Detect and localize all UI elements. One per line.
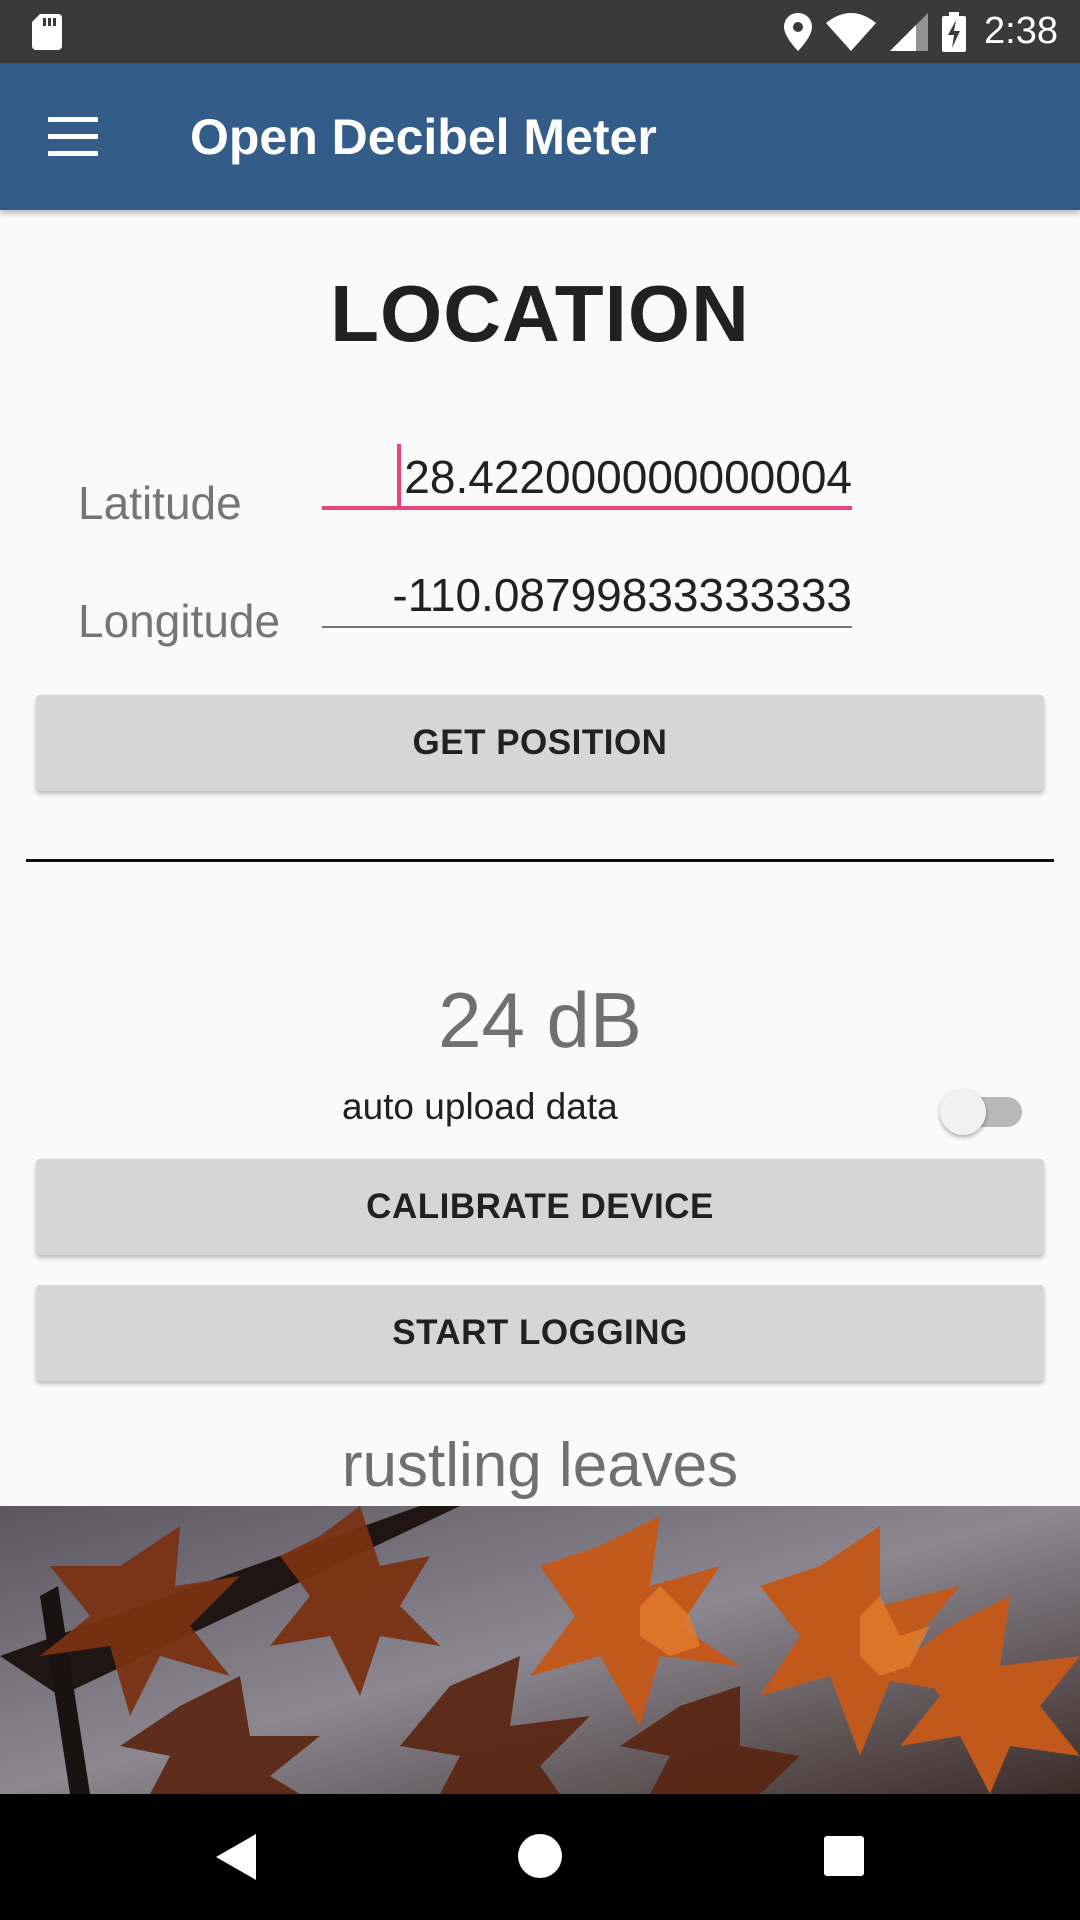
leaves-image: [0, 1506, 1080, 1794]
status-bar: 2:38: [0, 0, 1080, 63]
latitude-label: Latitude: [78, 477, 242, 529]
clock: 2:38: [984, 10, 1058, 52]
menu-icon[interactable]: [48, 117, 98, 157]
longitude-field[interactable]: -110.08799833333333: [322, 562, 852, 628]
status-icons: 2:38: [770, 0, 1058, 63]
screen: 2:38 Open Decibel Meter LOCATION Latitud…: [0, 0, 1080, 1920]
app-title: Open Decibel Meter: [190, 109, 657, 165]
calibrate-device-button[interactable]: CALIBRATE DEVICE: [36, 1159, 1044, 1255]
recents-icon[interactable]: [824, 1836, 864, 1876]
auto-upload-label: auto upload data: [342, 1086, 618, 1127]
longitude-label: Longitude: [78, 595, 281, 647]
longitude-value: -110.08799833333333: [392, 569, 852, 621]
divider: [26, 859, 1054, 862]
app-bar: Open Decibel Meter: [0, 63, 1080, 210]
sound-name: rustling leaves: [341, 1431, 739, 1500]
latitude-field[interactable]: 28.422000000000004: [322, 444, 852, 510]
get-position-button[interactable]: GET POSITION: [36, 695, 1044, 791]
signal-icon: [890, 12, 929, 51]
start-logging-button[interactable]: START LOGGING: [36, 1285, 1044, 1381]
auto-upload-toggle[interactable]: [940, 1083, 1026, 1135]
decibel-reading: 24 dB: [438, 976, 642, 1064]
text-cursor: [397, 444, 401, 506]
sd-card-icon: [32, 14, 62, 50]
location-title: LOCATION: [330, 269, 750, 358]
back-icon[interactable]: [216, 1834, 256, 1880]
navigation-bar: [0, 1794, 1080, 1920]
latitude-value: 28.422000000000004: [404, 451, 852, 503]
home-icon[interactable]: [518, 1834, 562, 1878]
toggle-thumb: [940, 1089, 986, 1135]
location-icon: [784, 12, 813, 51]
wifi-icon: [826, 12, 877, 51]
battery-charging-icon: [942, 11, 967, 52]
